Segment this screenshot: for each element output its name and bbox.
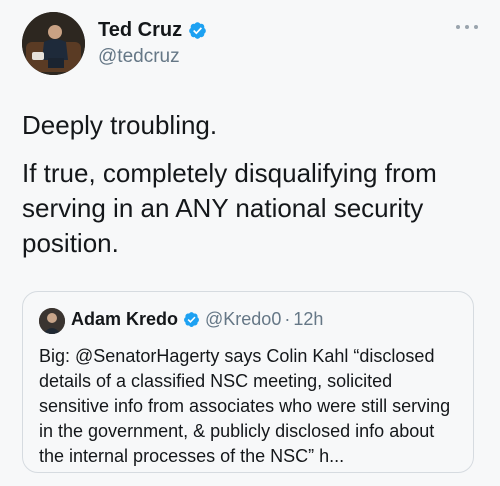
more-dot — [474, 25, 478, 29]
author-handle[interactable]: @tedcruz — [98, 46, 180, 68]
tweet-paragraph: If true, completely disqualifying from s… — [22, 158, 437, 258]
tweet-card: Ted Cruz @tedcruz Deeply troubling. If t… — [0, 0, 500, 486]
author-name[interactable]: Ted Cruz — [98, 19, 182, 42]
quoted-header: Adam Kredo @Kredo0 · 12h — [71, 309, 323, 330]
author-avatar[interactable] — [22, 12, 85, 75]
quoted-author-name[interactable]: Adam Kredo — [71, 309, 178, 330]
separator-dot: · — [284, 309, 291, 329]
quoted-author-handle[interactable]: @Kredo0 — [205, 309, 281, 330]
quoted-text: Big: @SenatorHagerty says Colin Kahl “di… — [39, 346, 451, 466]
quoted-avatar-image — [39, 308, 65, 334]
more-options-icon[interactable] — [456, 22, 478, 32]
verified-badge-icon — [184, 312, 199, 327]
quoted-author-avatar[interactable] — [39, 308, 65, 334]
author-avatar-image — [22, 12, 85, 75]
more-dot — [456, 25, 460, 29]
verified-badge-icon — [189, 22, 206, 39]
tweet-paragraph: Deeply troubling. — [22, 110, 218, 140]
quoted-timestamp[interactable]: 12h — [293, 309, 323, 330]
author-name-row[interactable]: Ted Cruz — [98, 19, 207, 42]
quoted-tweet[interactable]: Adam Kredo @Kredo0 · 12h Big: @SenatorHa… — [22, 291, 474, 473]
tweet-text: Deeply troubling. If true, completely di… — [22, 108, 482, 274]
more-dot — [465, 25, 469, 29]
